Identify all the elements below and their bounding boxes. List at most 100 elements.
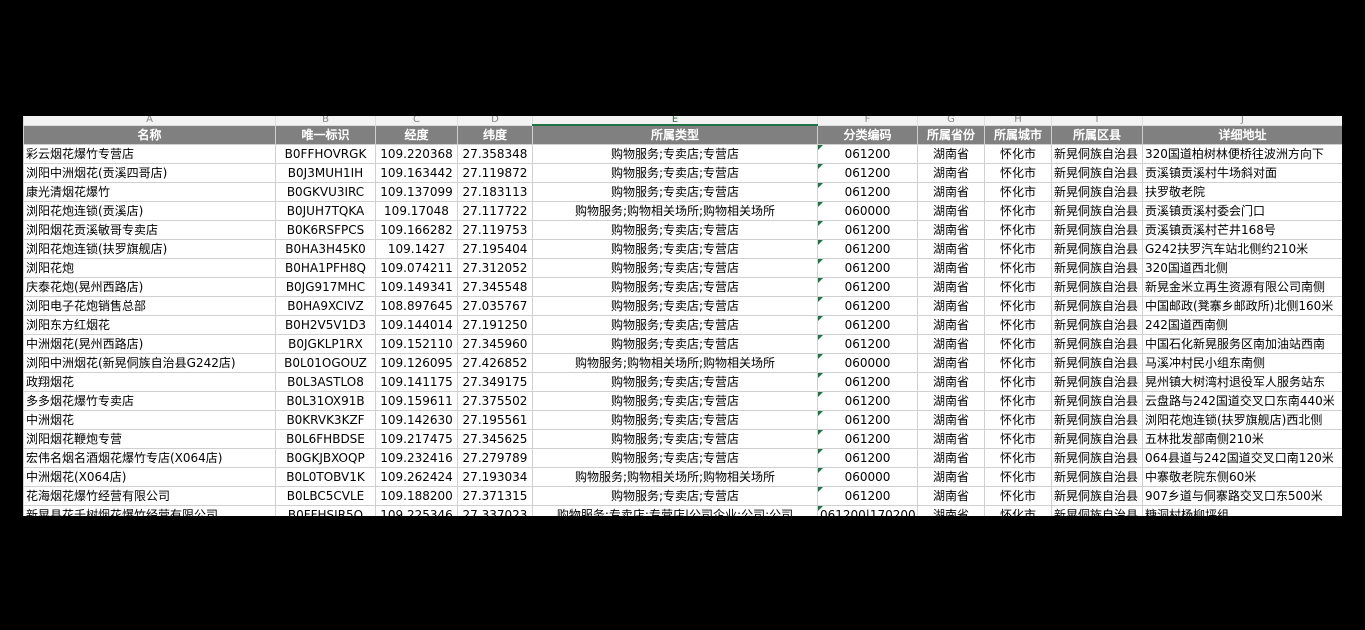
city-cell[interactable]: 怀化市 bbox=[984, 448, 1052, 468]
city-cell[interactable]: 怀化市 bbox=[984, 334, 1052, 354]
column-letter[interactable]: H bbox=[984, 116, 1052, 126]
id-cell[interactable]: B0K6RSFPCS bbox=[275, 220, 376, 240]
header-cell[interactable]: 经度 bbox=[375, 124, 458, 145]
city-cell[interactable]: 怀化市 bbox=[984, 391, 1052, 411]
id-cell[interactable]: B0FFHSIR5O bbox=[275, 505, 376, 516]
spreadsheet-grid[interactable]: A B C D E F G H I J 名称 唯一标识 经度 纬度 所属类型 分… bbox=[23, 116, 1342, 516]
address-cell[interactable]: 242国道西南侧 bbox=[1142, 315, 1342, 335]
county-cell[interactable]: 新晃侗族自治县 bbox=[1051, 353, 1143, 373]
city-cell[interactable]: 怀化市 bbox=[984, 201, 1052, 221]
city-cell[interactable]: 怀化市 bbox=[984, 220, 1052, 240]
province-cell[interactable]: 湖南省 bbox=[917, 258, 985, 278]
column-letter[interactable]: A bbox=[23, 116, 276, 126]
address-cell[interactable]: 糖洞村杨柳坪组 bbox=[1142, 505, 1342, 516]
county-cell[interactable]: 新晃侗族自治县 bbox=[1051, 410, 1143, 430]
city-cell[interactable]: 怀化市 bbox=[984, 353, 1052, 373]
address-cell[interactable]: 贡溪镇贡溪村芒井168号 bbox=[1142, 220, 1342, 240]
type-cell[interactable]: 购物服务;专卖店;专营店 bbox=[532, 296, 818, 316]
province-cell[interactable]: 湖南省 bbox=[917, 163, 985, 183]
address-cell[interactable]: 中寨敬老院东侧60米 bbox=[1142, 467, 1342, 487]
id-cell[interactable]: B0HA9XCIVZ bbox=[275, 296, 376, 316]
county-cell[interactable]: 新晃侗族自治县 bbox=[1051, 220, 1143, 240]
city-cell[interactable]: 怀化市 bbox=[984, 258, 1052, 278]
province-cell[interactable]: 湖南省 bbox=[917, 296, 985, 316]
type-cell[interactable]: 购物服务;购物相关场所;购物相关场所 bbox=[532, 353, 818, 373]
code-cell[interactable]: 060000 bbox=[817, 467, 918, 487]
code-cell[interactable]: 061200 bbox=[817, 448, 918, 468]
city-cell[interactable]: 怀化市 bbox=[984, 277, 1052, 297]
province-cell[interactable]: 湖南省 bbox=[917, 277, 985, 297]
latitude-cell[interactable]: 27.349175 bbox=[457, 372, 533, 392]
address-cell[interactable]: 浏阳花炮连锁(扶罗旗舰店)西北侧 bbox=[1142, 410, 1342, 430]
address-cell[interactable]: 扶罗敬老院 bbox=[1142, 182, 1342, 202]
type-cell[interactable]: 购物服务;专卖店;专营店 bbox=[532, 239, 818, 259]
province-cell[interactable]: 湖南省 bbox=[917, 391, 985, 411]
name-cell[interactable]: 中洲烟花 bbox=[23, 410, 276, 430]
longitude-cell[interactable]: 109.163442 bbox=[375, 163, 458, 183]
id-cell[interactable]: B0JG917MHC bbox=[275, 277, 376, 297]
type-cell[interactable]: 购物服务;专卖店;专营店 bbox=[532, 448, 818, 468]
address-cell[interactable]: 新晃金米立再生资源有限公司南侧 bbox=[1142, 277, 1342, 297]
code-cell[interactable]: 061200 bbox=[817, 486, 918, 506]
column-letter[interactable]: D bbox=[457, 116, 533, 126]
type-cell[interactable]: 购物服务;专卖店;专营店 bbox=[532, 182, 818, 202]
county-cell[interactable]: 新晃侗族自治县 bbox=[1051, 182, 1143, 202]
county-cell[interactable]: 新晃侗族自治县 bbox=[1051, 277, 1143, 297]
code-cell[interactable]: 061200 bbox=[817, 334, 918, 354]
code-cell[interactable]: 061200 bbox=[817, 163, 918, 183]
province-cell[interactable]: 湖南省 bbox=[917, 315, 985, 335]
id-cell[interactable]: B0H2V5V1D3 bbox=[275, 315, 376, 335]
column-letter[interactable]: J bbox=[1142, 116, 1342, 126]
province-cell[interactable]: 湖南省 bbox=[917, 353, 985, 373]
type-cell[interactable]: 购物服务;专卖店;专营店 bbox=[532, 372, 818, 392]
province-cell[interactable]: 湖南省 bbox=[917, 182, 985, 202]
name-cell[interactable]: 浏阳中洲烟花(贡溪四哥店) bbox=[23, 163, 276, 183]
column-letter[interactable]: F bbox=[817, 116, 918, 126]
header-cell[interactable]: 纬度 bbox=[457, 124, 533, 145]
province-cell[interactable]: 湖南省 bbox=[917, 505, 985, 516]
latitude-cell[interactable]: 27.117722 bbox=[457, 201, 533, 221]
latitude-cell[interactable]: 27.337023 bbox=[457, 505, 533, 516]
county-cell[interactable]: 新晃侗族自治县 bbox=[1051, 486, 1143, 506]
city-cell[interactable]: 怀化市 bbox=[984, 239, 1052, 259]
id-cell[interactable]: B0LBC5CVLE bbox=[275, 486, 376, 506]
id-cell[interactable]: B0GKVU3IRC bbox=[275, 182, 376, 202]
id-cell[interactable]: B0J3MUH1IH bbox=[275, 163, 376, 183]
code-cell[interactable]: 061200 bbox=[817, 277, 918, 297]
address-cell[interactable]: 中国邮政(凳寨乡邮政所)北侧160米 bbox=[1142, 296, 1342, 316]
header-cell[interactable]: 所属区县 bbox=[1051, 124, 1143, 145]
header-cell[interactable]: 名称 bbox=[23, 124, 276, 145]
address-cell[interactable]: 晃州镇大树湾村退役军人服务站东 bbox=[1142, 372, 1342, 392]
code-cell[interactable]: 061200 bbox=[817, 315, 918, 335]
longitude-cell[interactable]: 109.220368 bbox=[375, 144, 458, 164]
county-cell[interactable]: 新晃侗族自治县 bbox=[1051, 429, 1143, 449]
id-cell[interactable]: B0JUH7TQKA bbox=[275, 201, 376, 221]
county-cell[interactable]: 新晃侗族自治县 bbox=[1051, 239, 1143, 259]
header-cell[interactable]: 唯一标识 bbox=[275, 124, 376, 145]
latitude-cell[interactable]: 27.035767 bbox=[457, 296, 533, 316]
code-cell[interactable]: 061200 bbox=[817, 296, 918, 316]
province-cell[interactable]: 湖南省 bbox=[917, 144, 985, 164]
latitude-cell[interactable]: 27.183113 bbox=[457, 182, 533, 202]
longitude-cell[interactable]: 109.159611 bbox=[375, 391, 458, 411]
city-cell[interactable]: 怀化市 bbox=[984, 163, 1052, 183]
id-cell[interactable]: B0L0TOBV1K bbox=[275, 467, 376, 487]
name-cell[interactable]: 浏阳烟花鞭炮专营 bbox=[23, 429, 276, 449]
column-letter[interactable]: G bbox=[917, 116, 985, 126]
type-cell[interactable]: 购物服务;专卖店;专营店 bbox=[532, 486, 818, 506]
county-cell[interactable]: 新晃侗族自治县 bbox=[1051, 144, 1143, 164]
address-cell[interactable]: 五林批发部南侧210米 bbox=[1142, 429, 1342, 449]
name-cell[interactable]: 多多烟花爆竹专卖店 bbox=[23, 391, 276, 411]
county-cell[interactable]: 新晃侗族自治县 bbox=[1051, 163, 1143, 183]
city-cell[interactable]: 怀化市 bbox=[984, 429, 1052, 449]
county-cell[interactable]: 新晃侗族自治县 bbox=[1051, 372, 1143, 392]
longitude-cell[interactable]: 109.144014 bbox=[375, 315, 458, 335]
id-cell[interactable]: B0GKJBXOQP bbox=[275, 448, 376, 468]
address-cell[interactable]: 贡溪镇贡溪村委会门口 bbox=[1142, 201, 1342, 221]
latitude-cell[interactable]: 27.345960 bbox=[457, 334, 533, 354]
code-cell[interactable]: 060000 bbox=[817, 201, 918, 221]
longitude-cell[interactable]: 109.1427 bbox=[375, 239, 458, 259]
address-cell[interactable]: 320国道柏树林便桥往波洲方向下 bbox=[1142, 144, 1342, 164]
type-cell[interactable]: 购物服务;专卖店;专营店 bbox=[532, 429, 818, 449]
name-cell[interactable]: 浏阳花炮 bbox=[23, 258, 276, 278]
